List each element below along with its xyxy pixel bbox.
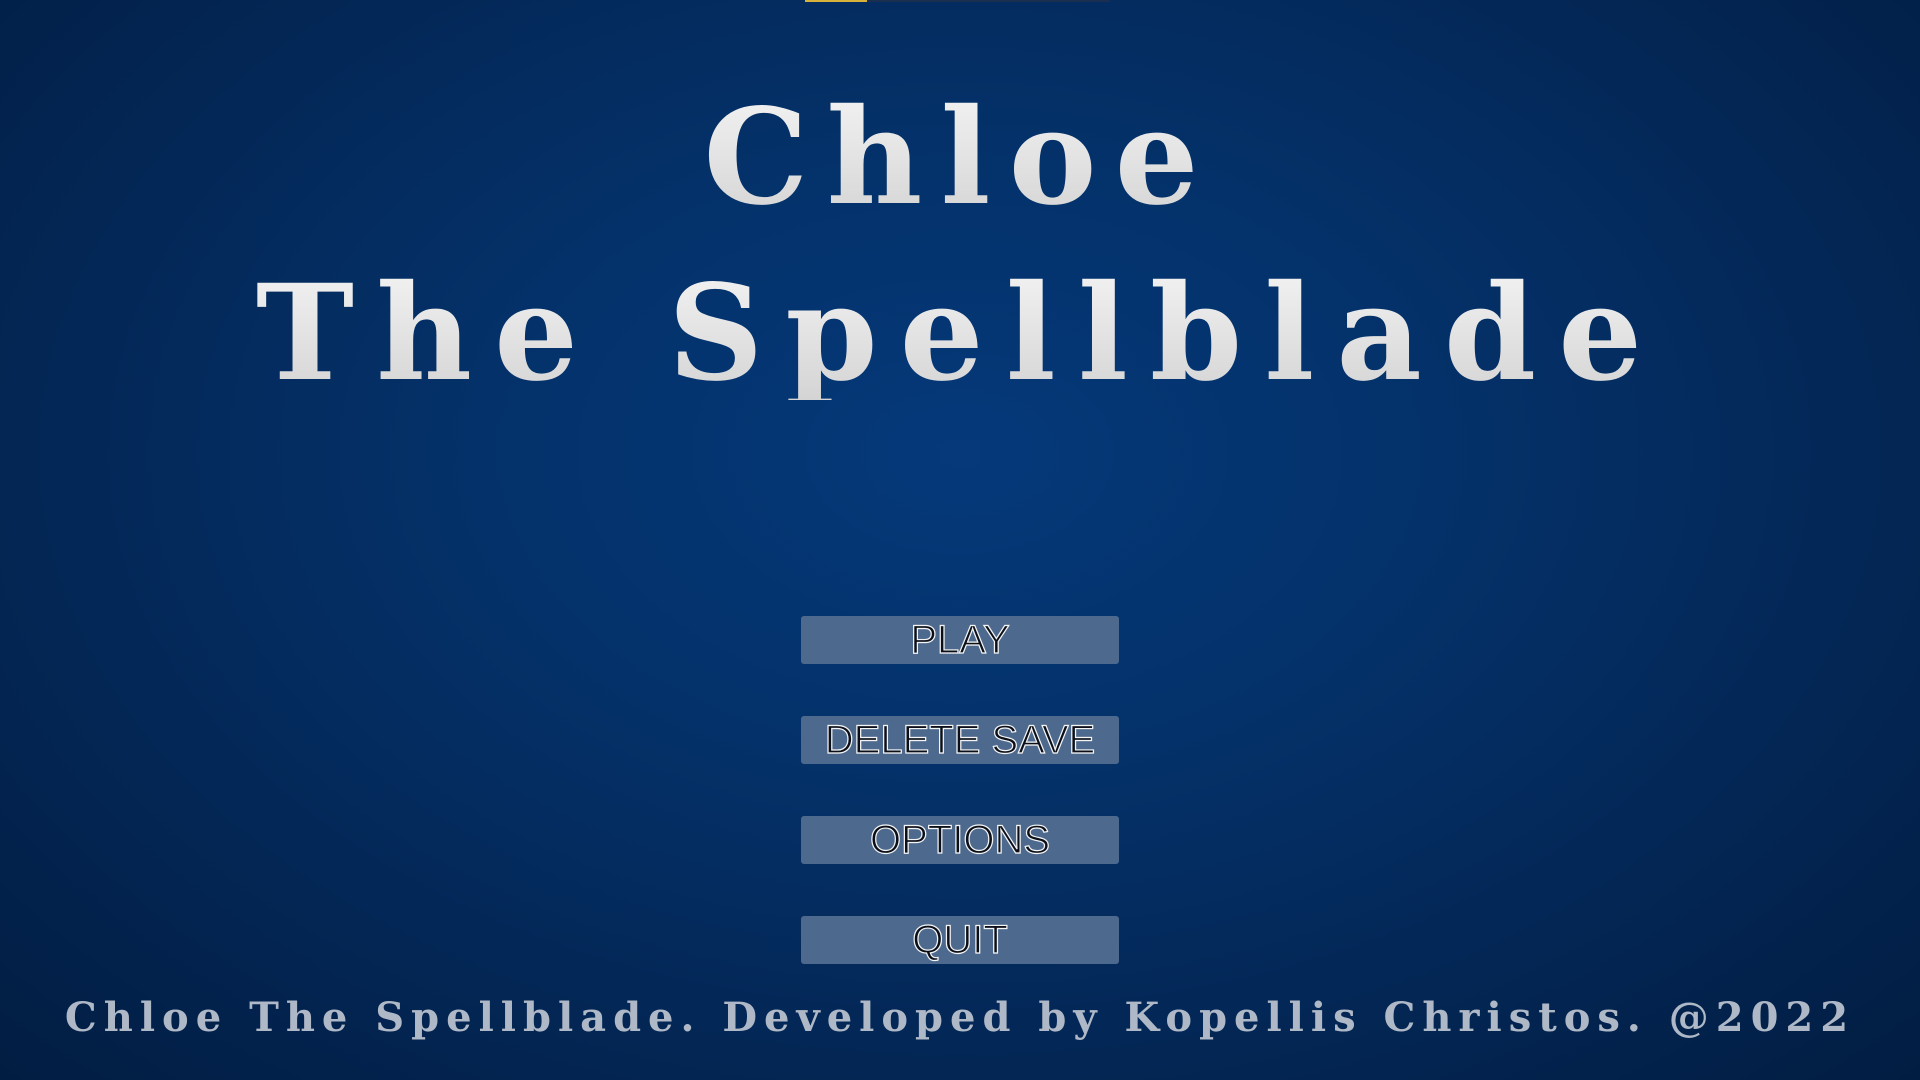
main-menu: PLAY DELETE SAVE OPTIONS QUIT <box>801 616 1119 1016</box>
top-progress-bar <box>805 0 1110 2</box>
delete-save-button[interactable]: DELETE SAVE <box>801 716 1119 764</box>
top-progress-bar-fill <box>805 0 867 2</box>
game-title-line-1: Chloe <box>0 92 1920 224</box>
credits-footer: Chloe The Spellblade. Developed by Kopel… <box>64 994 1856 1041</box>
play-button[interactable]: PLAY <box>801 616 1119 664</box>
quit-button[interactable]: QUIT <box>801 916 1119 964</box>
game-title-line-2: The Spellblade <box>0 268 1920 400</box>
options-button[interactable]: OPTIONS <box>801 816 1119 864</box>
